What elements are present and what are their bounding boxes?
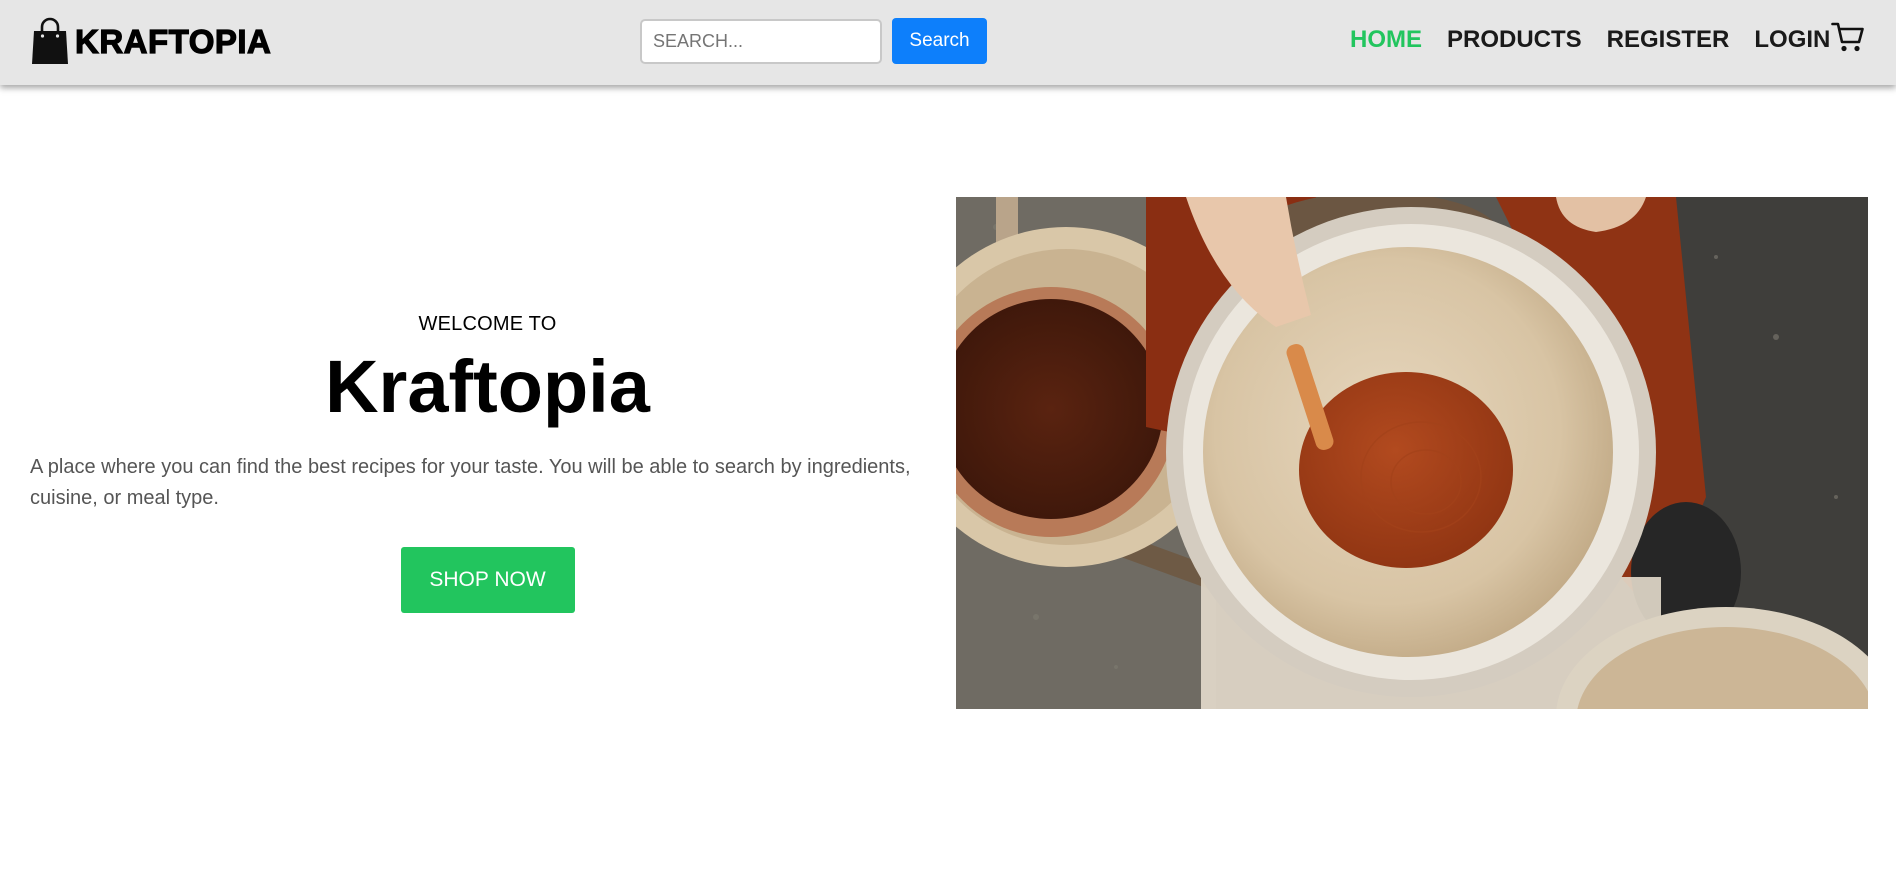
search-input[interactable] (640, 18, 882, 64)
pottery-wheel-photo (956, 197, 1868, 709)
shopping-bag-icon (32, 17, 68, 64)
brand-logo-link[interactable]: KRAFTOPIA (30, 17, 272, 65)
site-header: KRAFTOPIA Search HOME PRODUCTS REGISTER … (0, 0, 1896, 85)
search-button[interactable]: Search (892, 18, 987, 64)
nav-link-login[interactable]: LOGIN (1754, 28, 1830, 52)
shop-now-button[interactable]: SHOP NOW (400, 546, 575, 613)
search-form: Search (640, 18, 987, 64)
hero-text-block: WELCOME TO Kraftopia A place where you c… (30, 300, 945, 613)
brand-name: KRAFTOPIA (74, 22, 272, 60)
main-nav: HOME PRODUCTS REGISTER LOGIN (1350, 24, 1855, 56)
nav-link-register[interactable]: REGISTER (1607, 28, 1730, 52)
nav-link-products[interactable]: PRODUCTS (1447, 28, 1582, 52)
shopping-cart-icon[interactable] (1831, 20, 1865, 54)
nav-link-home[interactable]: HOME (1350, 28, 1422, 52)
hero-title: Kraftopia (325, 345, 650, 428)
hero-kicker: WELCOME TO (418, 313, 557, 335)
hero-description: A place where you can find the best reci… (30, 455, 911, 509)
